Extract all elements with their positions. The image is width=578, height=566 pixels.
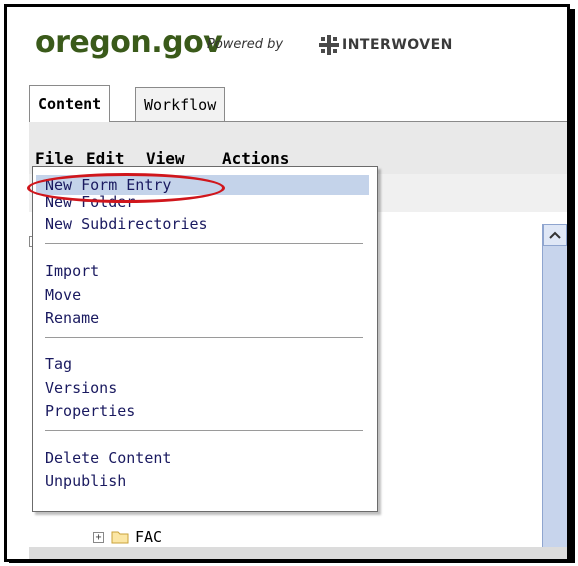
menu-separator — [45, 337, 363, 338]
brand-logo-text: oregon.gov — [35, 25, 223, 60]
annotation-circle — [27, 173, 225, 203]
tab-bar: Content Workflow — [29, 85, 567, 122]
menu-item-import[interactable]: Import — [45, 261, 99, 281]
vendor-name: INTERWOVEN — [342, 37, 453, 53]
menu-item-delete-content[interactable]: Delete Content — [45, 448, 171, 468]
tab-workflow[interactable]: Workflow — [135, 87, 226, 121]
menu-item-rename[interactable]: Rename — [45, 308, 99, 328]
powered-by-text: Powered by — [207, 37, 284, 52]
menu-item-unpublish[interactable]: Unpublish — [45, 471, 126, 491]
folder-icon — [111, 531, 129, 544]
scroll-up-button[interactable] — [543, 224, 567, 246]
interwoven-logo-icon — [319, 35, 339, 55]
tree-expander-fac[interactable]: + — [93, 532, 104, 543]
vertical-scrollbar[interactable] — [542, 224, 567, 559]
menu-item-tag[interactable]: Tag — [45, 354, 72, 374]
tab-content[interactable]: Content — [29, 85, 111, 122]
file-menu-dropdown: New Form Entry New Folder New Subdirecto… — [32, 166, 378, 512]
menu-separator — [45, 243, 363, 244]
menu-separator — [45, 430, 363, 431]
chevron-up-icon — [549, 231, 561, 239]
menu-item-properties[interactable]: Properties — [45, 401, 135, 421]
menu-item-new-subdirectories[interactable]: New Subdirectories — [45, 214, 208, 234]
menu-item-versions[interactable]: Versions — [45, 378, 117, 398]
status-strip — [29, 547, 567, 559]
header: oregon.gov Powered by INTERWOVEN — [7, 7, 567, 73]
menu-item-move[interactable]: Move — [45, 285, 81, 305]
tree-item-label[interactable]: FAC — [135, 528, 162, 546]
